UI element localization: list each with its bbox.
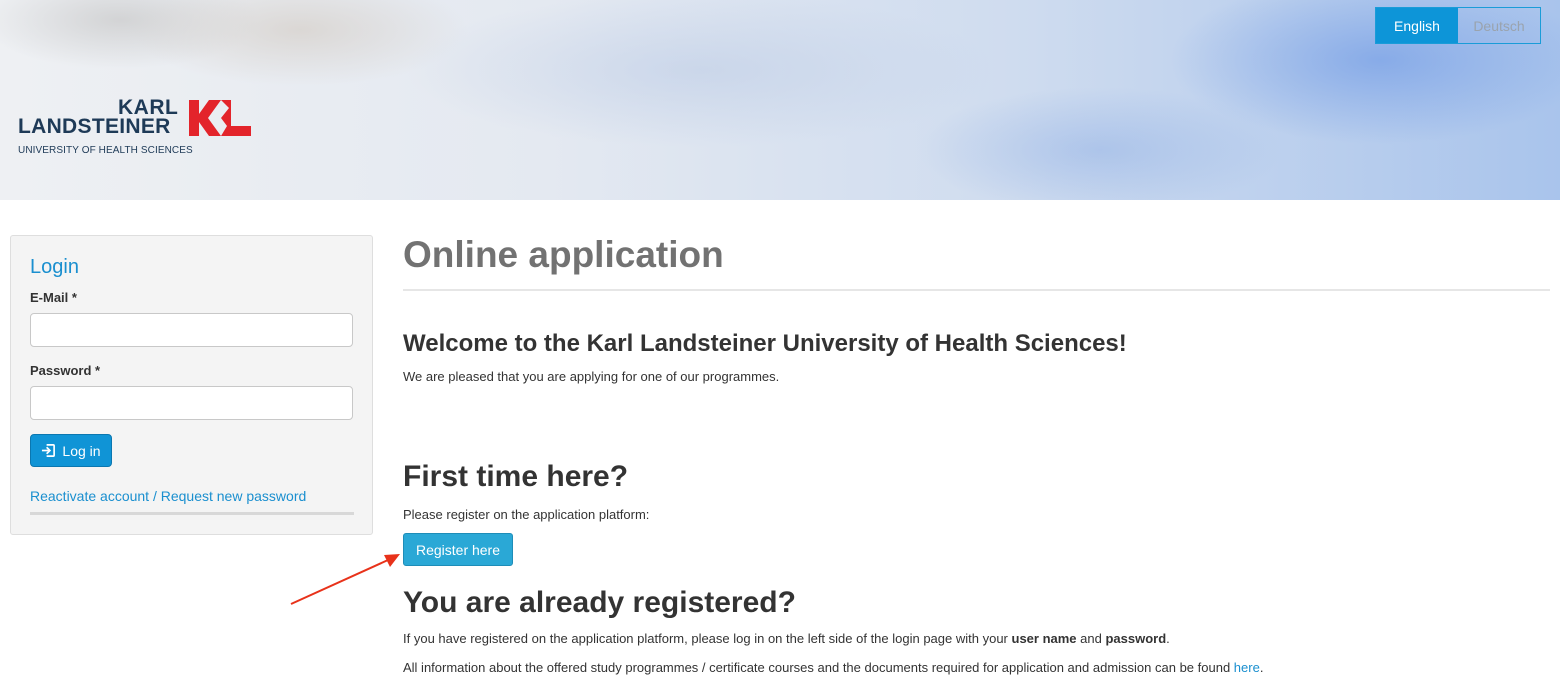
info-text-pre: All information about the offered study … — [403, 660, 1234, 675]
login-button[interactable]: Log in — [30, 434, 112, 467]
annotation-arrow-icon — [290, 554, 400, 605]
registered-text-username: user name — [1011, 631, 1077, 646]
logo-subtitle: UNIVERSITY OF HEALTH SCIENCES — [18, 145, 193, 156]
info-here-link[interactable]: here — [1234, 660, 1260, 675]
page-title: Online application — [403, 234, 724, 275]
first-time-heading: First time here? — [403, 460, 629, 493]
first-time-text: Please register on the application platf… — [403, 507, 650, 522]
registered-text-post: . — [1166, 631, 1170, 646]
email-field[interactable] — [30, 313, 353, 347]
language-english-button[interactable]: English — [1376, 8, 1458, 43]
language-switch: English Deutsch — [1375, 7, 1541, 44]
info-text-post: . — [1259, 660, 1264, 675]
language-deutsch-button[interactable]: Deutsch — [1458, 8, 1540, 43]
registered-text-pre: If you have registered on the applicatio… — [403, 631, 1012, 646]
info-text: All information about the offered study … — [403, 660, 1263, 675]
reactivate-account-link[interactable]: Reactivate account / Request new passwor… — [30, 488, 306, 504]
registered-text-password: password — [1105, 631, 1167, 646]
register-button[interactable]: Register here — [403, 533, 513, 566]
kl-logo-mark-icon — [189, 100, 251, 136]
login-panel: Login E-Mail * Password * Log in Reactiv… — [10, 235, 373, 535]
logo-text-landsteiner: LANDSTEINER — [18, 115, 171, 138]
login-title: Login — [30, 256, 79, 278]
header-banner: KARL LANDSTEINER UNIVERSITY OF HEALTH SC… — [0, 0, 1560, 200]
already-registered-text: If you have registered on the applicatio… — [403, 631, 1170, 646]
welcome-text: We are pleased that you are applying for… — [403, 369, 780, 384]
email-label: E-Mail * — [30, 290, 77, 305]
password-field[interactable] — [30, 386, 353, 420]
password-label: Password * — [30, 363, 101, 378]
already-registered-heading: You are already registered? — [403, 586, 796, 619]
welcome-heading: Welcome to the Karl Landsteiner Universi… — [403, 330, 1127, 357]
registered-text-mid: and — [1076, 631, 1106, 646]
title-divider — [403, 289, 1550, 291]
login-divider — [30, 512, 354, 515]
sign-in-icon — [42, 444, 56, 457]
login-button-label: Log in — [62, 442, 101, 459]
